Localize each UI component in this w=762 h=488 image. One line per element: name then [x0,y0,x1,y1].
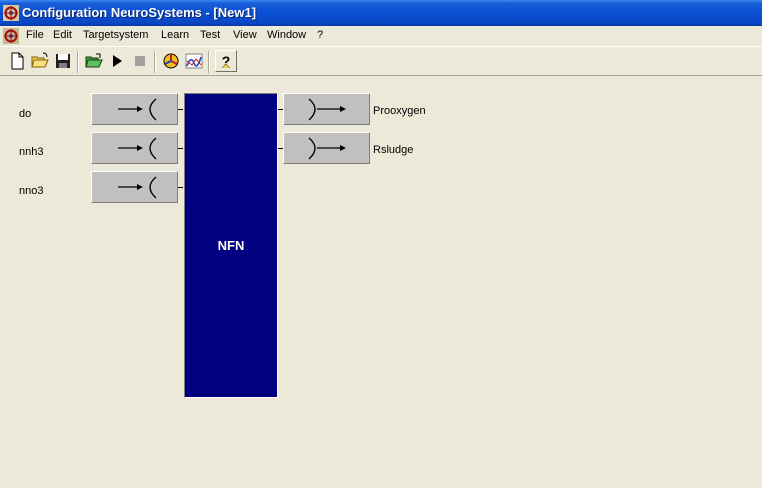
input-label-nno3: nno3 [19,185,44,197]
input-label-nnh3: nnh3 [19,146,44,158]
open-project-icon[interactable] [84,51,104,71]
output-port-rsludge[interactable] [283,132,370,164]
input-connector-nno3 [178,187,183,188]
rule-editor-icon[interactable] [161,51,181,71]
input-connector-do [178,109,183,110]
menu-edit[interactable]: Edit [53,29,72,41]
menu-test[interactable]: Test [200,29,220,41]
input-port-do[interactable] [91,93,178,125]
nfn-block-label: NFN [217,238,245,253]
stop-icon[interactable] [130,51,150,71]
output-label-rsludge: Rsludge [373,144,414,156]
input-port-nnh3[interactable] [91,132,178,164]
toolbar-separator [208,51,210,73]
plot-icon[interactable] [184,51,204,71]
title-bar[interactable]: Configuration NeuroSystems - [New1] [0,0,762,26]
document-icon[interactable] [3,28,19,44]
menu-file[interactable]: File [26,29,44,41]
input-label-do: do [19,108,32,120]
open-icon[interactable] [30,51,50,71]
output-port-prooxygen[interactable] [283,93,370,125]
toolbar-separator [154,51,156,73]
menu-bar: File Edit Targetsystem Learn Test View W… [0,26,762,46]
save-icon[interactable] [53,51,73,71]
new-icon[interactable] [7,51,27,71]
workspace-canvas[interactable]: do nnh3 nno3 NFN Prooxygen Rsludge [0,76,762,488]
toolbar: ? [0,46,762,76]
menu-learn[interactable]: Learn [161,29,189,41]
input-port-nno3[interactable] [91,171,178,203]
run-icon[interactable] [107,51,127,71]
nfn-block[interactable]: NFN [184,93,278,398]
output-label-prooxygen: Prooxygen [373,105,426,117]
menu-targetsystem[interactable]: Targetsystem [83,29,148,41]
toolbar-separator [77,51,79,73]
menu-window[interactable]: Window [267,29,306,41]
menu-view[interactable]: View [233,29,257,41]
help-icon[interactable]: ? [215,50,237,72]
window-title: Configuration NeuroSystems - [New1] [22,5,257,20]
input-connector-nnh3 [178,148,183,149]
app-icon[interactable] [3,5,19,21]
menu-help[interactable]: ? [317,29,323,41]
